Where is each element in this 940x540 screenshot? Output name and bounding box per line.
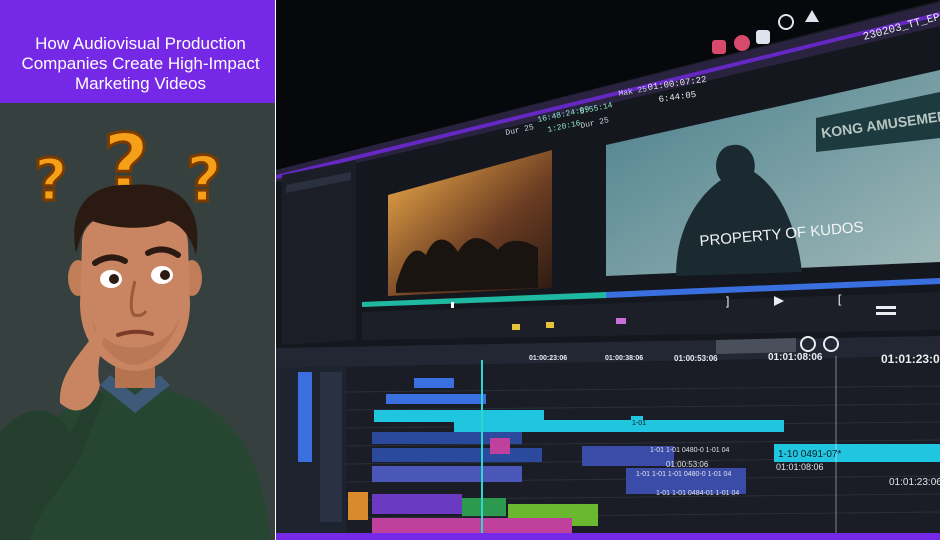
clip-label: 1-10 0491-07*	[778, 449, 842, 460]
editing-screen-photo: 230203_TT_EP01_WEE Dur 25 Dur 25 16:48:2…	[276, 0, 940, 540]
clip-label: 01:01:23:06	[889, 477, 940, 488]
question-mark-icon: ?	[185, 142, 224, 218]
ruler-label: 01:01:08:06	[768, 352, 823, 363]
clip[interactable]	[372, 466, 522, 482]
clip-label: 1-01 1-01 1-01 0480-0 1-01 04	[636, 471, 732, 478]
left-panel: How Audiovisual Production Companies Cre…	[0, 0, 275, 540]
clip-label: 1-01 1-01 0484-01 1-01 04	[656, 490, 740, 497]
bottom-accent-strip	[276, 533, 940, 540]
clip-label: 1-01	[632, 420, 647, 427]
mark-out-icon[interactable]: ]	[724, 295, 731, 309]
clip[interactable]	[348, 492, 368, 520]
clip[interactable]	[372, 518, 572, 534]
confused-man-illustration: ? ? ?	[0, 116, 270, 540]
clip[interactable]	[372, 448, 542, 462]
clip[interactable]	[386, 394, 486, 404]
clip[interactable]	[372, 494, 462, 514]
mark-in-icon[interactable]: [	[836, 293, 843, 307]
title-banner: How Audiovisual Production Companies Cre…	[0, 0, 275, 103]
clip-label: 1-01 1-01 0480-0 1-01 04	[650, 447, 730, 454]
ruler-label: 01:00:23:06	[529, 355, 568, 362]
clip-label: 01:01:08:06	[776, 462, 824, 472]
clip[interactable]	[414, 378, 454, 388]
ruler-label: 01:00:38:06	[605, 355, 644, 362]
clip[interactable]	[490, 438, 510, 454]
clip[interactable]	[454, 420, 784, 432]
ruler-label: 01:01:23:06	[881, 352, 940, 366]
svg-text:?: ?	[34, 146, 68, 214]
question-mark-icon: ?	[33, 145, 70, 216]
clip-label: 01:00:53:06	[666, 460, 709, 469]
ruler-label: 01:00:53:06	[674, 354, 718, 363]
svg-text:?: ?	[186, 143, 222, 216]
clip[interactable]	[462, 498, 506, 516]
page-title: How Audiovisual Production Companies Cre…	[21, 34, 260, 93]
